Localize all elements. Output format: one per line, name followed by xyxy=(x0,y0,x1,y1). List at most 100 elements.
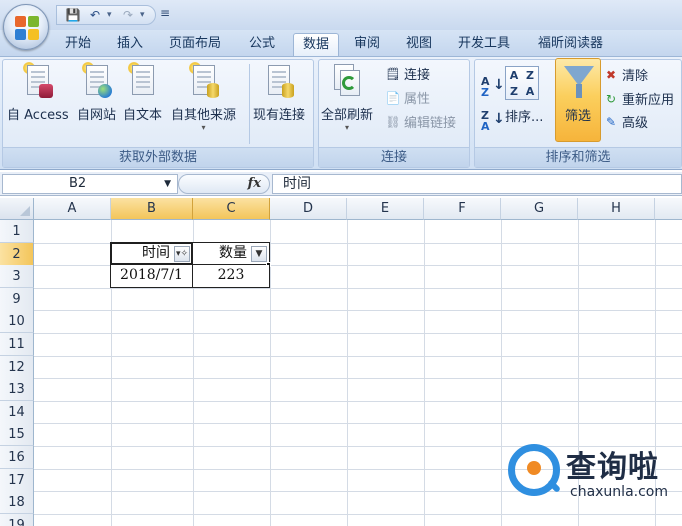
column-header-a[interactable]: A xyxy=(34,198,111,220)
redo-dropdown-icon: ▾ xyxy=(140,10,145,20)
other-sources-icon xyxy=(188,62,219,100)
filter-dropdown-icon[interactable]: ▼ xyxy=(251,246,267,262)
name-box[interactable]: B2 ▼ xyxy=(2,174,178,194)
select-all-button[interactable] xyxy=(0,198,34,220)
ribbon-tabs: 开始 插入 页面布局 公式 数据 审阅 视图 开发工具 福昕阅读器 xyxy=(0,30,682,56)
column-gridline xyxy=(501,220,502,526)
reapply-button[interactable]: ↻ 重新应用 xyxy=(603,89,674,109)
column-header-b[interactable]: B xyxy=(111,198,193,220)
sort-ascending-icon[interactable]: AZ xyxy=(481,76,490,98)
chevron-down-icon: ▾ xyxy=(201,123,206,132)
tab-home[interactable]: 开始 xyxy=(56,33,100,56)
column-header-i[interactable] xyxy=(655,198,682,220)
advanced-filter-button[interactable]: ✎ 高级 xyxy=(603,112,648,132)
tab-page-layout[interactable]: 页面布局 xyxy=(160,33,230,56)
column-header-f[interactable]: F xyxy=(424,198,501,220)
cell-c3[interactable]: 223 xyxy=(192,265,270,288)
watermark-cn: 查询啦 xyxy=(566,450,659,485)
funnel-icon xyxy=(564,66,594,100)
formula-input[interactable]: 时间 xyxy=(272,174,682,194)
row-header-1[interactable]: 1 xyxy=(0,220,34,243)
from-web-button[interactable]: 自网站 xyxy=(77,62,116,123)
sort-descending-icon[interactable]: ZA xyxy=(481,110,490,132)
row-gridline xyxy=(34,310,682,311)
tab-view[interactable]: 视图 xyxy=(397,33,441,56)
filter-button[interactable]: 筛选 xyxy=(555,58,601,142)
tab-formulas[interactable]: 公式 xyxy=(240,33,284,56)
column-header-e[interactable]: E xyxy=(347,198,424,220)
row-header-18[interactable]: 18 xyxy=(0,491,34,514)
quick-access-toolbar: 💾 ↶ ▾ ↷ ▾ xyxy=(56,5,156,25)
save-icon[interactable]: 💾 xyxy=(63,7,83,23)
existing-connections-button[interactable]: 现有连接 xyxy=(253,62,305,123)
row-header-10[interactable]: 10 xyxy=(0,310,34,333)
row-header-19[interactable]: 19 xyxy=(0,514,34,526)
undo-dropdown-icon[interactable]: ▾ xyxy=(107,10,116,20)
existing-connections-icon xyxy=(264,62,294,100)
chain-link-icon: ⛓ xyxy=(385,114,401,129)
sort-ascending-arrow-icon: ↓ xyxy=(493,77,505,93)
customize-toolbar-icon[interactable]: ≡ xyxy=(160,6,170,20)
row-header-17[interactable]: 17 xyxy=(0,469,34,492)
row-gridline xyxy=(34,401,682,402)
undo-icon[interactable]: ↶ xyxy=(85,7,105,23)
insert-function-button[interactable]: fx xyxy=(248,176,261,191)
column-header-d[interactable]: D xyxy=(270,198,347,220)
formula-bar: B2 ▼ fx 时间 xyxy=(0,172,682,196)
row-header-14[interactable]: 14 xyxy=(0,401,34,424)
office-button[interactable] xyxy=(3,4,49,50)
refresh-all-button[interactable]: 全部刷新 ▾ xyxy=(321,62,373,132)
row-gridline xyxy=(34,356,682,357)
from-access-button[interactable]: 自 Access xyxy=(7,62,69,123)
advanced-filter-icon: ✎ xyxy=(605,114,617,129)
row-header-12[interactable]: 12 xyxy=(0,356,34,379)
group-get-external-data: 自 Access 自网站 自文本 自其他来源 ▾ 现有连接 获取外部数据 xyxy=(2,59,314,168)
group-divider xyxy=(249,64,250,144)
magnifier-logo-icon xyxy=(508,444,560,496)
refresh-icon xyxy=(330,62,364,100)
row-header-13[interactable]: 13 xyxy=(0,378,34,401)
watermark-en: chaxunla.com xyxy=(570,484,668,500)
from-text-button[interactable]: 自文本 xyxy=(123,62,162,123)
web-globe-icon xyxy=(81,62,112,100)
watermark-logo: 查询啦 chaxunla.com xyxy=(508,440,678,510)
access-database-icon xyxy=(22,62,53,100)
column-header-c[interactable]: C xyxy=(193,198,270,220)
tab-developer[interactable]: 开发工具 xyxy=(449,33,519,56)
tab-data[interactable]: 数据 xyxy=(293,33,340,56)
tab-foxit-reader[interactable]: 福昕阅读器 xyxy=(529,33,612,56)
connections-button[interactable]: 🗒 连接 xyxy=(385,64,430,84)
redo-icon: ↷ xyxy=(122,8,134,22)
row-header-15[interactable]: 15 xyxy=(0,423,34,446)
filter-applied-icon[interactable]: ▾✧ xyxy=(174,246,190,262)
formula-controls: fx xyxy=(178,174,270,194)
cell-c2[interactable]: 数量 ▼ xyxy=(192,242,270,265)
cell-b2[interactable]: 时间 ▾✧ xyxy=(110,242,193,265)
column-gridline xyxy=(424,220,425,526)
column-header-g[interactable]: G xyxy=(501,198,578,220)
row-gridline xyxy=(34,288,682,289)
row-header-2[interactable]: 2 xyxy=(0,243,34,266)
group-label-external-data: 获取外部数据 xyxy=(3,147,313,167)
office-logo-icon xyxy=(15,16,39,40)
sort-button[interactable]: 排序... xyxy=(505,106,543,125)
tab-review[interactable]: 审阅 xyxy=(345,33,389,56)
cell-b3[interactable]: 2018/7/1 xyxy=(110,265,193,288)
properties-button: 📄 属性 xyxy=(385,90,431,108)
group-label-sort-filter: 排序和筛选 xyxy=(475,147,681,167)
sort-descending-arrow-icon: ↓ xyxy=(493,111,505,127)
row-header-16[interactable]: 16 xyxy=(0,446,34,469)
row-header-11[interactable]: 11 xyxy=(0,333,34,356)
row-gridline xyxy=(34,333,682,334)
chevron-down-icon: ▾ xyxy=(345,123,350,132)
chevron-down-icon[interactable]: ▼ xyxy=(164,175,171,193)
text-file-icon xyxy=(127,62,158,100)
row-header-3[interactable]: 3 xyxy=(0,265,34,288)
tab-insert[interactable]: 插入 xyxy=(108,33,152,56)
edit-links-button: ⛓ 编辑链接 xyxy=(385,114,457,132)
row-gridline xyxy=(34,423,682,424)
clear-filter-button[interactable]: ✖ 清除 xyxy=(603,65,648,85)
column-header-h[interactable]: H xyxy=(578,198,655,220)
from-other-sources-button[interactable]: 自其他来源 ▾ xyxy=(171,62,236,132)
row-header-9[interactable]: 9 xyxy=(0,288,34,311)
